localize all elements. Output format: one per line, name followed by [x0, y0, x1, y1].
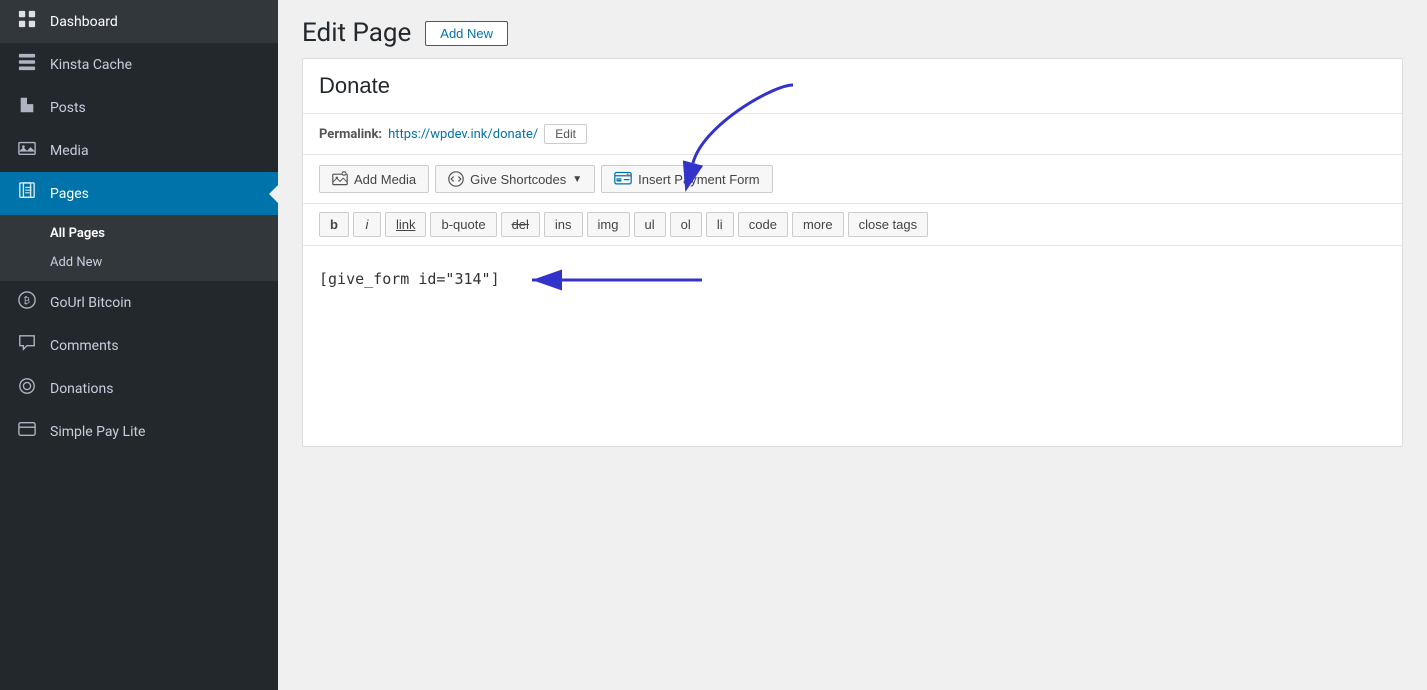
gourl-bitcoin-icon: ₿ [16, 291, 38, 314]
format-img-button[interactable]: img [587, 212, 630, 237]
add-media-icon [332, 171, 348, 187]
sidebar-item-dashboard[interactable]: Dashboard [0, 0, 278, 43]
give-shortcodes-button[interactable]: Give Shortcodes ▼ [435, 165, 595, 193]
toolbar-row: Add Media Give Shortcodes ▼ Insert Payme… [303, 155, 1402, 204]
edit-permalink-button[interactable]: Edit [544, 124, 587, 144]
add-media-button[interactable]: Add Media [319, 165, 429, 193]
page-title: Edit Page [302, 18, 411, 48]
editor-content[interactable]: [give_form id="314"] [303, 246, 1402, 446]
sidebar-item-pages[interactable]: Pages [0, 172, 278, 215]
sidebar-sub-all-pages[interactable]: All Pages [0, 219, 278, 248]
permalink-url[interactable]: https://wpdev.ink/donate/ [388, 127, 538, 142]
sidebar-item-label: Comments [50, 338, 119, 354]
shortcode-text: [give_form id="314"] [319, 270, 500, 288]
main-content: Edit Page Add New Permalink: https://wpd… [278, 0, 1427, 690]
format-ul-button[interactable]: ul [634, 212, 666, 237]
add-new-button[interactable]: Add New [425, 21, 508, 46]
format-code-button[interactable]: code [738, 212, 788, 237]
sidebar-sub-add-new[interactable]: Add New [0, 248, 278, 277]
media-icon [16, 139, 38, 162]
format-close-tags-button[interactable]: close tags [848, 212, 929, 237]
sidebar-item-label: Pages [50, 186, 89, 202]
permalink-bar: Permalink: https://wpdev.ink/donate/ Edi… [303, 114, 1402, 155]
sidebar-item-label: Simple Pay Lite [50, 424, 145, 440]
insert-payment-form-button[interactable]: Insert Payment Form [601, 165, 772, 193]
sidebar-item-posts[interactable]: Posts [0, 86, 278, 129]
shortcode-annotation-arrow [522, 266, 722, 294]
sidebar-item-comments[interactable]: Comments [0, 324, 278, 367]
svg-text:₿: ₿ [23, 296, 30, 307]
sidebar-pages-submenu: All Pages Add New [0, 215, 278, 281]
sidebar-item-label: Kinsta Cache [50, 57, 132, 73]
sidebar-item-simple-pay-lite[interactable]: Simple Pay Lite [0, 410, 278, 453]
sidebar-item-label: Donations [50, 381, 113, 397]
give-shortcodes-chevron: ▼ [572, 174, 582, 185]
sidebar-item-label: Dashboard [50, 14, 118, 30]
format-ins-button[interactable]: ins [544, 212, 583, 237]
sidebar-item-label: GoUrl Bitcoin [50, 295, 131, 311]
page-header: Edit Page Add New [278, 0, 1427, 58]
format-li-button[interactable]: li [706, 212, 734, 237]
format-bold-button[interactable]: b [319, 212, 349, 237]
format-italic-button[interactable]: i [353, 212, 381, 237]
format-bquote-button[interactable]: b-quote [430, 212, 496, 237]
format-del-button[interactable]: del [501, 212, 540, 237]
format-more-button[interactable]: more [792, 212, 844, 237]
kinsta-cache-icon [16, 53, 38, 76]
format-link-button[interactable]: link [385, 212, 427, 237]
give-shortcodes-label: Give Shortcodes [470, 172, 566, 187]
add-media-label: Add Media [354, 172, 416, 187]
permalink-label: Permalink: [319, 127, 382, 142]
sidebar: Dashboard Kinsta Cache Posts Media Pages… [0, 0, 278, 690]
posts-icon [16, 96, 38, 119]
page-name-input[interactable] [303, 59, 1402, 114]
editor-wrapper: Permalink: https://wpdev.ink/donate/ Edi… [302, 58, 1403, 447]
sidebar-item-label: Posts [50, 100, 86, 116]
simple-pay-lite-icon [16, 420, 38, 443]
dashboard-icon [16, 10, 38, 33]
sidebar-item-label: Media [50, 143, 89, 159]
comments-icon [16, 334, 38, 357]
format-ol-button[interactable]: ol [670, 212, 702, 237]
insert-payment-label: Insert Payment Form [638, 172, 759, 187]
format-row: b i link b-quote del ins img ul ol li co… [303, 204, 1402, 246]
sidebar-item-media[interactable]: Media [0, 129, 278, 172]
give-shortcodes-icon [448, 171, 464, 187]
insert-payment-icon [614, 171, 632, 187]
sidebar-item-donations[interactable]: Donations [0, 367, 278, 410]
sidebar-item-kinsta-cache[interactable]: Kinsta Cache [0, 43, 278, 86]
sidebar-item-gourl-bitcoin[interactable]: ₿ GoUrl Bitcoin [0, 281, 278, 324]
pages-icon [16, 182, 38, 205]
donations-icon [16, 377, 38, 400]
